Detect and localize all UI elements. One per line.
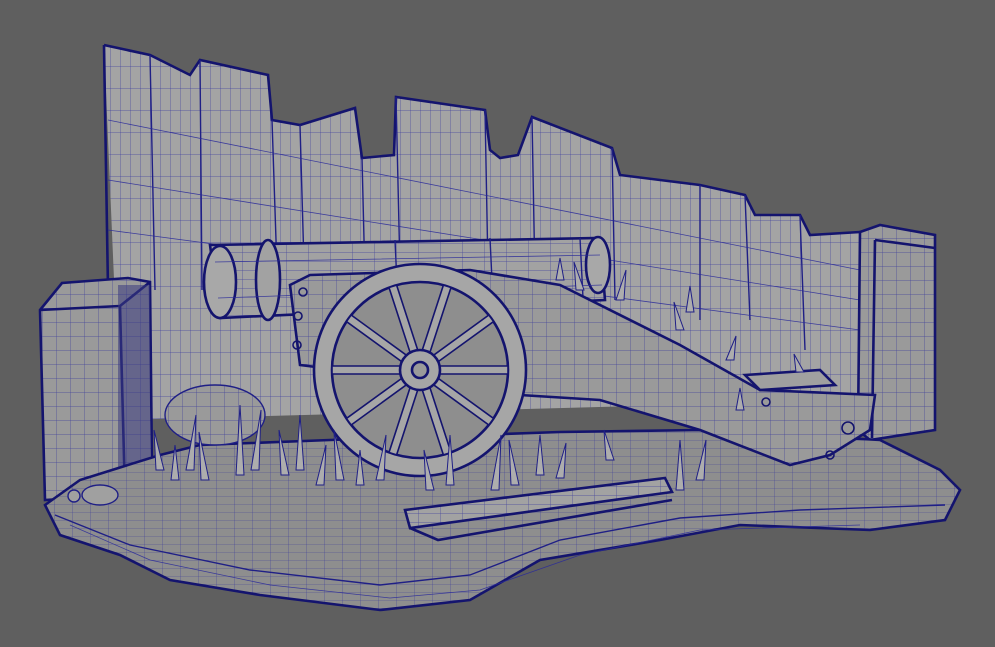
3d-viewport[interactable] (0, 0, 995, 647)
wheel-spoke (437, 365, 509, 375)
wheel-spoke (331, 365, 403, 375)
scene-wireframe-render (38, 43, 962, 612)
grass-blade (153, 429, 165, 471)
spoked-wheel[interactable] (312, 262, 528, 478)
